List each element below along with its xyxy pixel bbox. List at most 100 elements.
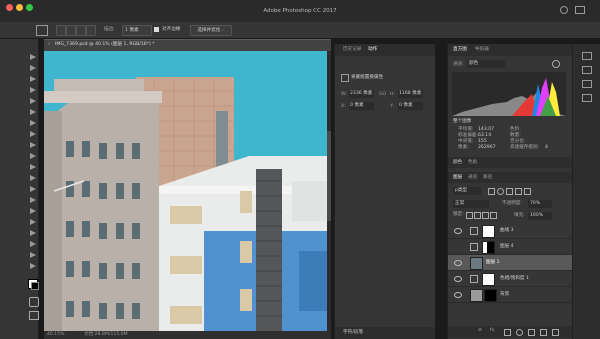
layer-mask-thumbnail[interactable] [482, 273, 495, 286]
quick-select-tool-icon[interactable] [28, 86, 38, 94]
new-layer-icon[interactable] [540, 329, 547, 336]
layer-name[interactable]: 图层 1 [486, 260, 500, 266]
layer-row[interactable]: 图层 4 [448, 239, 572, 255]
visibility-eye-icon[interactable] [454, 228, 462, 234]
document-canvas[interactable] [44, 51, 327, 331]
tab-swatches[interactable]: 色板 [468, 160, 477, 166]
brush-tool-icon[interactable] [28, 130, 38, 138]
quick-mask-icon[interactable] [29, 297, 39, 307]
lock-transparent-icon[interactable] [466, 212, 473, 219]
panel-icon[interactable] [582, 80, 592, 88]
layer-mask-thumbnail[interactable] [482, 241, 495, 254]
history-brush-tool-icon[interactable] [28, 152, 38, 160]
layer-row[interactable]: 背景 [448, 287, 572, 303]
layer-mask-thumbnail[interactable] [482, 225, 495, 238]
tab-character-paragraph[interactable]: 字符/段落 [343, 330, 363, 336]
tab-channels[interactable]: 通道 [468, 175, 477, 181]
healing-tool-icon[interactable] [28, 119, 38, 127]
filter-shape-icon[interactable] [515, 188, 522, 195]
layer-row[interactable]: 色相/饱和度 1 [448, 271, 572, 287]
visibility-eye-icon[interactable] [454, 276, 462, 282]
tab-history[interactable]: 历史记录 [343, 47, 361, 53]
new-adjustment-icon[interactable] [516, 329, 523, 336]
hand-tool-icon[interactable] [28, 251, 38, 259]
layer-filter-kind[interactable]: p类型 [453, 187, 481, 195]
path-select-tool-icon[interactable] [28, 229, 38, 237]
panel-icon[interactable] [582, 94, 592, 102]
layer-thumbnail[interactable] [470, 257, 483, 270]
clone-stamp-tool-icon[interactable] [28, 141, 38, 149]
close-tab-icon[interactable]: × [47, 42, 51, 48]
filter-adjust-icon[interactable] [497, 188, 504, 195]
layer-name[interactable]: 背景 [500, 292, 509, 298]
scroll-thumb[interactable] [327, 131, 331, 221]
lock-all-icon[interactable] [490, 212, 497, 219]
pen-tool-icon[interactable] [28, 207, 38, 215]
blend-mode-select[interactable]: 正常 [453, 200, 489, 208]
layer-row-selected[interactable]: 图层 1 [448, 255, 572, 271]
tab-histogram[interactable]: 直方图 [453, 47, 467, 53]
add-mask-icon[interactable] [504, 329, 511, 336]
crop-tool-icon[interactable] [28, 97, 38, 105]
x-field[interactable]: 0 像素 [349, 102, 374, 110]
filter-type-icon[interactable] [506, 188, 513, 195]
visibility-eye-icon[interactable] [454, 260, 462, 266]
filter-pixel-icon[interactable] [488, 188, 495, 195]
new-group-icon[interactable] [528, 329, 535, 336]
lock-position-icon[interactable] [482, 212, 489, 219]
add-selection-icon[interactable] [66, 25, 76, 36]
feather-input[interactable]: 1 像素 [122, 25, 152, 36]
width-field[interactable]: 2336 像素 [349, 90, 374, 98]
source-select[interactable]: 整个图像 [453, 119, 471, 125]
y-field[interactable]: 0 像素 [398, 102, 423, 110]
layer-row[interactable]: 曲线 3 [448, 223, 572, 239]
height-field[interactable]: 1168 像素 [398, 90, 423, 98]
refresh-icon[interactable] [552, 60, 560, 68]
visibility-eye-icon[interactable] [454, 292, 462, 298]
panel-icon[interactable] [582, 66, 592, 74]
marquee-tool-icon[interactable] [28, 64, 38, 72]
tab-color[interactable]: 颜色 [453, 160, 462, 166]
layer-thumbnail[interactable] [470, 289, 483, 302]
dodge-tool-icon[interactable] [28, 196, 38, 204]
layer-name[interactable]: 色相/饱和度 1 [500, 276, 529, 282]
fx-icon[interactable]: fx [490, 328, 494, 334]
lock-pixels-icon[interactable] [474, 212, 481, 219]
eyedropper-tool-icon[interactable] [28, 108, 38, 116]
lasso-tool-icon[interactable] [28, 75, 38, 83]
document-tab[interactable]: × IMG_7369.psd @ 40.1% (图层 1, RGB/16*) * [44, 39, 331, 51]
zoom-level[interactable]: 40.15% [47, 332, 65, 338]
screen-mode-icon[interactable] [29, 311, 39, 320]
gradient-tool-icon[interactable] [28, 174, 38, 182]
fill-field[interactable]: 100% [528, 212, 552, 220]
channel-select[interactable]: 颜色 [467, 60, 505, 68]
select-and-mask-button[interactable]: 选择并遮住... [190, 25, 232, 36]
tab-layers[interactable]: 图层 [453, 175, 462, 181]
move-tool-icon[interactable] [28, 53, 38, 61]
layer-mask-thumbnail[interactable] [484, 289, 497, 302]
type-tool-icon[interactable] [28, 218, 38, 226]
filter-smart-icon[interactable] [524, 188, 531, 195]
align-edges-checkbox[interactable] [154, 27, 159, 32]
intersect-selection-icon[interactable] [86, 25, 96, 36]
shape-tool-icon[interactable] [28, 240, 38, 248]
background-color-swatch[interactable] [31, 282, 39, 290]
layer-name[interactable]: 曲线 3 [500, 228, 514, 234]
link-dimensions-icon[interactable]: GO [379, 92, 386, 98]
workspace-icon[interactable] [575, 6, 585, 14]
panel-icon[interactable] [582, 52, 592, 60]
trash-icon[interactable] [552, 329, 559, 336]
blur-tool-icon[interactable] [28, 185, 38, 193]
tab-actions[interactable]: 动作 [368, 47, 377, 53]
canvas-vertical-scrollbar[interactable] [327, 51, 331, 331]
link-layers-icon[interactable]: ⊘ [478, 328, 482, 334]
new-selection-icon[interactable] [56, 25, 66, 36]
tab-navigator[interactable]: 导航器 [475, 47, 489, 53]
eraser-tool-icon[interactable] [28, 163, 38, 171]
lasso-tool-preset-icon[interactable] [36, 25, 48, 36]
opacity-field[interactable]: 70% [528, 200, 552, 208]
layer-name[interactable]: 图层 4 [500, 244, 514, 250]
tab-paths[interactable]: 路径 [483, 175, 492, 181]
search-icon[interactable] [560, 6, 568, 14]
zoom-tool-icon[interactable] [28, 262, 38, 270]
